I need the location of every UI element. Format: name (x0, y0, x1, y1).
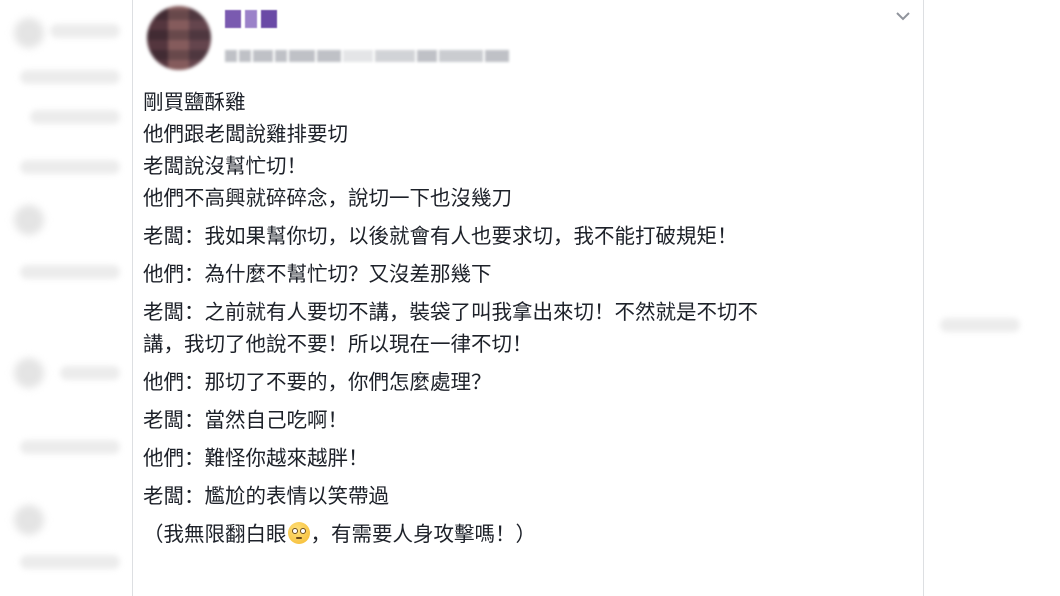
post-meta-censored (225, 46, 509, 66)
blurred-avatar (14, 18, 44, 48)
post-card: 剛買鹽酥雞 他們跟老闆說雞排要切 老闆說沒幫忙切！ 他們不高興就碎碎念，說切一下… (132, 0, 924, 596)
censor-pixel (289, 50, 315, 62)
post-line: 他們跟老闆說雞排要切 (143, 122, 348, 146)
censor-pixel (261, 10, 277, 28)
post-text: ，有需要人身攻擊嗎！） (310, 522, 537, 546)
censor-pixel (417, 50, 437, 62)
blurred-text (940, 318, 1020, 332)
blurred-avatar (14, 358, 44, 388)
censor-pixel (343, 50, 373, 62)
post-header (143, 4, 913, 74)
post-line: 老闆：我如果幫你切，以後就會有人也要求切，我不能打破規矩！ (143, 224, 738, 248)
post-line: 老闆：當然自己吃啊！ (143, 408, 348, 432)
chevron-down-icon-graphic (896, 12, 910, 21)
post-line: 老闆：之前就有人要切不講，裝袋了叫我拿出來切！不然就是不切不 (143, 300, 758, 324)
eye-roll-emoji-icon (287, 522, 310, 544)
post-line: 老闆：尷尬的表情以笑帶過 (143, 484, 389, 508)
censor-pixel (225, 10, 241, 28)
post-line: 他們：那切了不要的，你們怎麼處理？ (143, 370, 492, 394)
post-line-last: （我無限翻白眼 ，有需要人身攻擊嗎！） (143, 518, 913, 550)
avatar[interactable] (147, 6, 211, 70)
post-line: 他們：為什麼不幫忙切？又沒差那幾下 (143, 262, 492, 286)
blurred-text (30, 110, 120, 124)
censor-pixel (253, 50, 273, 62)
blurred-text (20, 70, 120, 84)
blurred-text (20, 265, 120, 279)
censor-pixel (317, 50, 341, 62)
censor-pixel (245, 10, 257, 28)
blurred-text (50, 24, 120, 38)
post-text: （我無限翻白眼 (143, 522, 287, 546)
post-line: 他們：難怪你越來越胖！ (143, 446, 369, 470)
blurred-avatar (14, 205, 44, 235)
censor-pixel (485, 50, 509, 62)
censor-pixel (225, 50, 237, 62)
post-line: 他們不高興就碎碎念，說切一下也沒幾刀 (143, 186, 512, 210)
censor-pixel (275, 50, 287, 62)
post-line: 老闆說沒幫忙切！ (143, 154, 307, 178)
post-body: 剛買鹽酥雞 他們跟老闆說雞排要切 老闆說沒幫忙切！ 他們不高興就碎碎念，說切一下… (143, 86, 913, 550)
blurred-text (20, 160, 120, 174)
blurred-text (60, 366, 120, 380)
censor-pixel (439, 50, 483, 62)
blurred-avatar (14, 505, 44, 535)
blurred-text (20, 555, 120, 569)
post-line: 講，我切了他說不要！所以現在一律不切！ (143, 332, 533, 356)
chevron-down-icon[interactable] (893, 6, 913, 26)
post-line: 剛買鹽酥雞 (143, 90, 246, 114)
censor-pixel (239, 50, 251, 62)
author-name-censored[interactable] (225, 8, 277, 30)
blurred-text (20, 440, 120, 454)
censor-pixel (375, 50, 415, 62)
